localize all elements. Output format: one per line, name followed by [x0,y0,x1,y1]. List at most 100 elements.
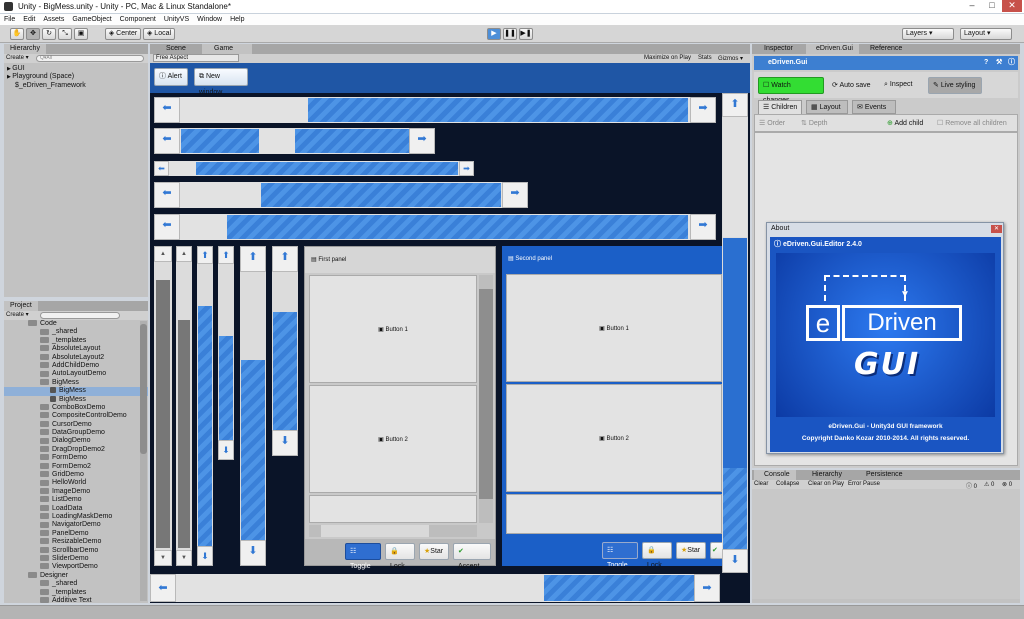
scroll-right-arrow-icon[interactable]: ➡ [502,182,528,208]
edriven-gui-tab[interactable]: eDriven.Gui [806,44,859,54]
vscroll-right[interactable]: ⬆ ⬇ [722,93,748,573]
error-pause-button[interactable]: Error Pause [848,481,880,487]
scroll-left-arrow-icon[interactable]: ⬅ [154,128,180,154]
first-panel-button-2[interactable]: ▣ Button 2 [309,385,477,493]
project-item[interactable]: HelloWorld [4,479,148,487]
project-item[interactable]: ResizableDemo [4,538,148,546]
hscroll-1[interactable]: ⬅ ➡ [154,97,716,123]
live-styling-button[interactable]: ✎ Live styling [928,77,982,94]
project-item[interactable]: AbsoluteLayout [4,345,148,353]
scroll-up-arrow-icon[interactable]: ⬆ [218,246,234,264]
project-item[interactable]: DragDropDemo2 [4,446,148,454]
error-count[interactable]: ⊗ 0 [1002,481,1012,488]
vscroll-right-thumb[interactable] [723,117,747,237]
scroll-right-arrow-icon[interactable]: ➡ [409,128,435,154]
second-panel-button-1[interactable]: ▣ Button 1 [506,274,722,382]
layout-tab[interactable]: ▦ Layout [806,100,848,114]
project-item[interactable]: GridDemo [4,471,148,479]
hierarchy-item[interactable]: ▶ GUI [7,65,148,73]
new-window-button[interactable]: ⧉ New window [194,68,248,96]
project-item[interactable]: LoadData [4,505,148,513]
project-item[interactable]: LoadingMaskDemo [4,513,148,521]
project-item[interactable]: PanelDemo [4,530,148,538]
hierarchy-create-button[interactable]: Create ▾ [6,54,29,61]
hscroll-2-track-left[interactable] [181,129,259,153]
order-button[interactable]: ☰ Order [759,119,785,127]
star-button[interactable]: ★Star [676,542,706,559]
first-panel-vscroll[interactable] [479,275,493,523]
rotate-tool-button[interactable]: ↻ [42,28,56,40]
aspect-dropdown[interactable]: Free Aspect [153,54,239,62]
project-item[interactable]: FormDemo [4,454,148,462]
pivot-local-button[interactable]: ◈ Local [143,28,175,40]
project-scroll-thumb[interactable] [140,324,147,454]
project-tab[interactable]: Project [4,301,38,311]
project-item[interactable]: DataGroupDemo [4,429,148,437]
layers-dropdown[interactable]: Layers ▾ [902,28,954,40]
remove-all-button[interactable]: ☐ Remove all children [937,119,1007,127]
project-item[interactable]: FormDemo2 [4,463,148,471]
vscroll-right-track[interactable] [723,468,747,551]
vscroll-6-track[interactable] [273,312,297,430]
project-item[interactable]: DialogDemo [4,437,148,445]
minimize-button[interactable]: – [962,0,982,12]
clear-button[interactable]: Clear [754,481,768,487]
scroll-up-arrow-icon[interactable]: ⬆ [722,93,748,117]
first-panel-vscroll-thumb[interactable] [479,289,493,499]
hscroll-bottom-track[interactable] [544,575,694,601]
lock-button[interactable]: 🔒 Lock [385,543,415,570]
scroll-up-arrow-icon[interactable]: ▲ [154,246,172,262]
scale-tool-button[interactable]: ⤡ [58,28,72,40]
scroll-right-arrow-icon[interactable]: ➡ [459,161,474,176]
game-tab[interactable]: Game [202,44,252,54]
auto-save-button[interactable]: ⟳ Auto save [832,81,871,89]
scroll-up-arrow-icon[interactable]: ⬆ [197,246,213,264]
vscroll-3[interactable]: ⬆ ⬇ [197,246,213,566]
pause-button[interactable]: ❚❚ [503,28,517,40]
project-item[interactable]: AutoLayoutDemo [4,370,148,378]
menu-help[interactable]: Help [226,14,248,25]
watch-changes-button[interactable]: ☐ Watch changes [758,77,824,104]
vscroll-2[interactable]: ▲ ▼ [176,246,192,566]
scroll-right-arrow-icon[interactable]: ➡ [690,214,716,240]
first-panel-hscroll[interactable] [309,525,477,537]
toggle-button[interactable]: ☷ Toggle [602,542,638,566]
scene-tab[interactable]: Scene [154,44,192,54]
vscroll-5-track[interactable] [241,360,265,540]
hscroll-2[interactable]: ⬅ ➡ [154,128,435,154]
hscroll-5-track[interactable] [227,215,688,239]
about-close-button[interactable]: ✕ [991,225,1002,233]
hierarchy2-tab[interactable]: Hierarchy [802,470,848,480]
project-item[interactable]: CompositeControlDemo [4,412,148,420]
menu-unityvs[interactable]: UnityVS [160,14,193,25]
scroll-left-arrow-icon[interactable]: ⬅ [154,214,180,240]
vscroll-3-track[interactable] [198,306,212,546]
scroll-down-arrow-icon[interactable]: ⬇ [218,440,234,460]
menu-component[interactable]: Component [116,14,160,25]
vscroll-1[interactable]: ▲ ▼ [154,246,172,566]
project-search-input[interactable] [40,312,120,319]
project-item[interactable]: _templates [4,337,148,345]
gizmos-dropdown[interactable]: Gizmos ▾ [718,55,743,62]
step-button[interactable]: ▶❚ [519,28,533,40]
hierarchy-item[interactable]: ▶ Playground (Space) [7,73,148,81]
add-child-button[interactable]: ⊕ Add child [887,119,923,127]
info-count[interactable]: ⓘ 0 [966,481,977,490]
scroll-right-arrow-icon[interactable]: ➡ [690,97,716,123]
toggle-button[interactable]: ☷ Toggle [345,543,381,570]
scroll-up-arrow-icon[interactable]: ⬆ [272,246,298,272]
project-item[interactable]: NavigatorDemo [4,521,148,529]
scroll-left-arrow-icon[interactable]: ⬅ [154,161,169,176]
vscroll-1-track[interactable] [156,280,170,548]
move-tool-button[interactable]: ✥ [26,28,40,40]
project-item[interactable]: BigMess [4,379,148,387]
menu-edit[interactable]: Edit [19,14,39,25]
layout-dropdown[interactable]: Layout ▾ [960,28,1012,40]
rect-tool-button[interactable]: ▣ [74,28,88,40]
hscroll-3-track[interactable] [196,162,458,175]
menu-window[interactable]: Window [193,14,226,25]
events-tab[interactable]: ✉ Events [852,100,896,114]
inspector-tab[interactable]: Inspector [754,44,799,54]
project-item[interactable]: AddChildDemo [4,362,148,370]
project-item[interactable]: ListDemo [4,496,148,504]
